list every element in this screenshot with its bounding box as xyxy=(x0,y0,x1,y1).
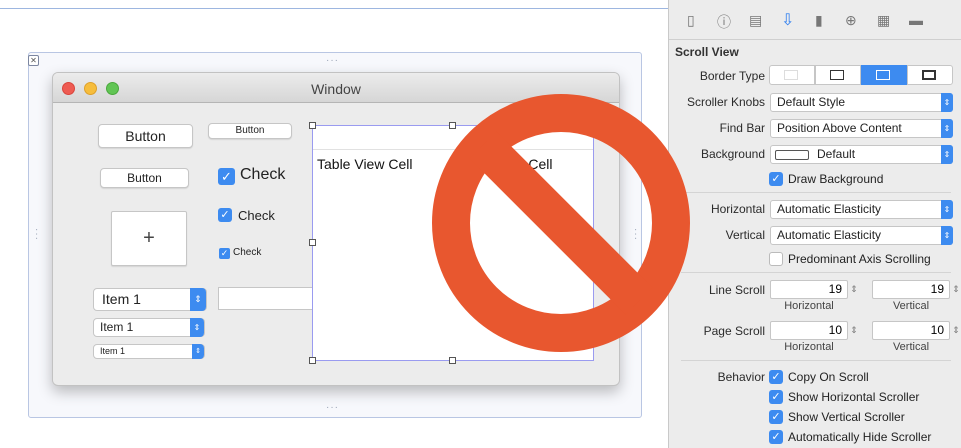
divider xyxy=(681,360,951,361)
border-type-bezel[interactable] xyxy=(861,65,907,85)
checkbox-small-label: Check xyxy=(233,247,262,258)
horizontal-sublabel: Horizontal xyxy=(784,300,834,312)
find-bar-value: Position Above Content xyxy=(777,121,902,135)
predominant-axis-label: Predominant Axis Scrolling xyxy=(788,252,931,266)
divider xyxy=(681,192,951,193)
divider xyxy=(681,272,951,273)
resize-handle[interactable] xyxy=(309,122,316,129)
button-medium[interactable]: Button xyxy=(100,168,189,188)
stepper-icon[interactable]: ⇕ xyxy=(849,321,859,340)
chevron-updown-icon: ⇕ xyxy=(941,226,953,245)
popup-small[interactable]: Item 1 ⇕ xyxy=(93,344,205,359)
chevron-updown-icon: ⇕ xyxy=(190,318,204,337)
show-vertical-scroller-checkbox[interactable]: ✓ xyxy=(769,410,783,424)
stepper-icon[interactable]: ⇕ xyxy=(849,280,859,299)
line-scroll-vertical-field[interactable]: 19 xyxy=(872,280,950,299)
border-type-label: Border Type xyxy=(699,69,765,83)
scroller-knobs-value: Default Style xyxy=(777,95,846,109)
chevron-updown-icon: ⇕ xyxy=(941,200,953,219)
draw-background-checkbox[interactable]: ✓ xyxy=(769,172,783,186)
resize-handle-top[interactable]: ··· xyxy=(326,55,339,66)
show-vertical-scroller-label: Show Vertical Scroller xyxy=(788,410,905,424)
page-scroll-vertical-field[interactable]: 10 xyxy=(872,321,950,340)
show-horizontal-scroller-label: Show Horizontal Scroller xyxy=(788,390,920,404)
auto-hide-scroller-label: Automatically Hide Scroller xyxy=(788,430,932,444)
connections-icon[interactable]: ⊕ xyxy=(845,12,857,29)
popup-small-value: Item 1 xyxy=(100,346,126,356)
popup-medium-value: Item 1 xyxy=(100,320,134,334)
background-popup[interactable]: Default ⇕ xyxy=(770,145,953,164)
frame-close-icon[interactable]: ✕ xyxy=(28,55,39,66)
chevron-updown-icon: ⇕ xyxy=(941,93,953,112)
resize-handle[interactable] xyxy=(309,357,316,364)
popup-large[interactable]: Item 1 ⇕ xyxy=(93,288,207,311)
border-type-none[interactable] xyxy=(769,65,815,85)
help-icon[interactable]: ⓘ xyxy=(717,12,731,32)
find-bar-popup[interactable]: Position Above Content ⇕ xyxy=(770,119,953,138)
scroller-knobs-popup[interactable]: Default Style ⇕ xyxy=(770,93,953,112)
checkbox-medium[interactable]: ✓ xyxy=(218,208,232,222)
vertical-sublabel: Vertical xyxy=(892,341,930,353)
prohibition-icon xyxy=(432,94,690,352)
stepper-icon[interactable]: ⇕ xyxy=(951,280,961,299)
size-icon[interactable]: ▮ xyxy=(815,12,823,29)
horizontal-sublabel: Horizontal xyxy=(784,341,834,353)
vertical-elasticity-value: Automatic Elasticity xyxy=(777,228,882,242)
resize-handle[interactable] xyxy=(449,357,456,364)
checkbox-large[interactable]: ✓ xyxy=(218,168,235,185)
border-type-groove[interactable] xyxy=(907,65,953,85)
inspector-tab-bar: ▯ ⓘ ▤ ⇩ ▮ ⊕ ▦ ▬ xyxy=(669,0,961,40)
identity-icon[interactable]: ▤ xyxy=(749,12,762,29)
checkbox-medium-label: Check xyxy=(238,208,275,223)
checkbox-small[interactable]: ✓ xyxy=(219,248,230,259)
stepper-icon[interactable]: ⇕ xyxy=(951,321,961,340)
divider xyxy=(0,8,668,9)
horizontal-elasticity-value: Automatic Elasticity xyxy=(777,202,882,216)
background-value: Default xyxy=(817,147,856,161)
predominant-axis-checkbox[interactable] xyxy=(769,252,783,266)
line-scroll-horizontal-field[interactable]: 19 xyxy=(770,280,848,299)
chevron-updown-icon: ⇕ xyxy=(192,344,204,359)
resize-handle[interactable] xyxy=(309,239,316,246)
bindings-icon[interactable]: ▦ xyxy=(877,12,890,29)
attributes-inspector[interactable]: ▯ ⓘ ▤ ⇩ ▮ ⊕ ▦ ▬ Scroll View Border Type … xyxy=(668,0,961,448)
chevron-updown-icon: ⇕ xyxy=(190,288,206,311)
add-button[interactable]: + xyxy=(111,211,187,266)
border-type-line[interactable] xyxy=(815,65,861,85)
horizontal-elasticity-popup[interactable]: Automatic Elasticity ⇕ xyxy=(770,200,953,219)
attributes-icon[interactable]: ⇩ xyxy=(781,10,794,30)
checkbox-large-label: Check xyxy=(240,166,286,183)
draw-background-label: Draw Background xyxy=(788,172,884,186)
section-title: Scroll View xyxy=(675,45,739,59)
resize-handle-bottom[interactable]: ··· xyxy=(326,402,339,413)
file-icon[interactable]: ▯ xyxy=(687,12,695,29)
popup-large-value: Item 1 xyxy=(102,291,141,307)
copy-on-scroll-label: Copy On Scroll xyxy=(788,370,869,384)
page-scroll-horizontal-field[interactable]: 10 xyxy=(770,321,848,340)
show-horizontal-scroller-checkbox[interactable]: ✓ xyxy=(769,390,783,404)
popup-medium[interactable]: Item 1 ⇕ xyxy=(93,318,205,337)
chevron-updown-icon: ⇕ xyxy=(941,119,953,138)
vertical-sublabel: Vertical xyxy=(892,300,930,312)
color-swatch xyxy=(775,149,809,160)
behavior-label: Behavior xyxy=(717,370,765,384)
effects-icon[interactable]: ▬ xyxy=(909,12,923,28)
table-cell-1[interactable]: Table View Cell xyxy=(317,156,412,172)
chevron-updown-icon: ⇕ xyxy=(941,145,953,164)
vertical-elasticity-popup[interactable]: Automatic Elasticity ⇕ xyxy=(770,226,953,245)
button-large[interactable]: Button xyxy=(98,124,193,148)
button-small[interactable]: Button xyxy=(208,123,292,139)
auto-hide-scroller-checkbox[interactable]: ✓ xyxy=(769,430,783,444)
prohibition-slash xyxy=(469,131,653,315)
copy-on-scroll-checkbox[interactable]: ✓ xyxy=(769,370,783,384)
resize-handle-left[interactable]: ··· xyxy=(31,228,42,241)
